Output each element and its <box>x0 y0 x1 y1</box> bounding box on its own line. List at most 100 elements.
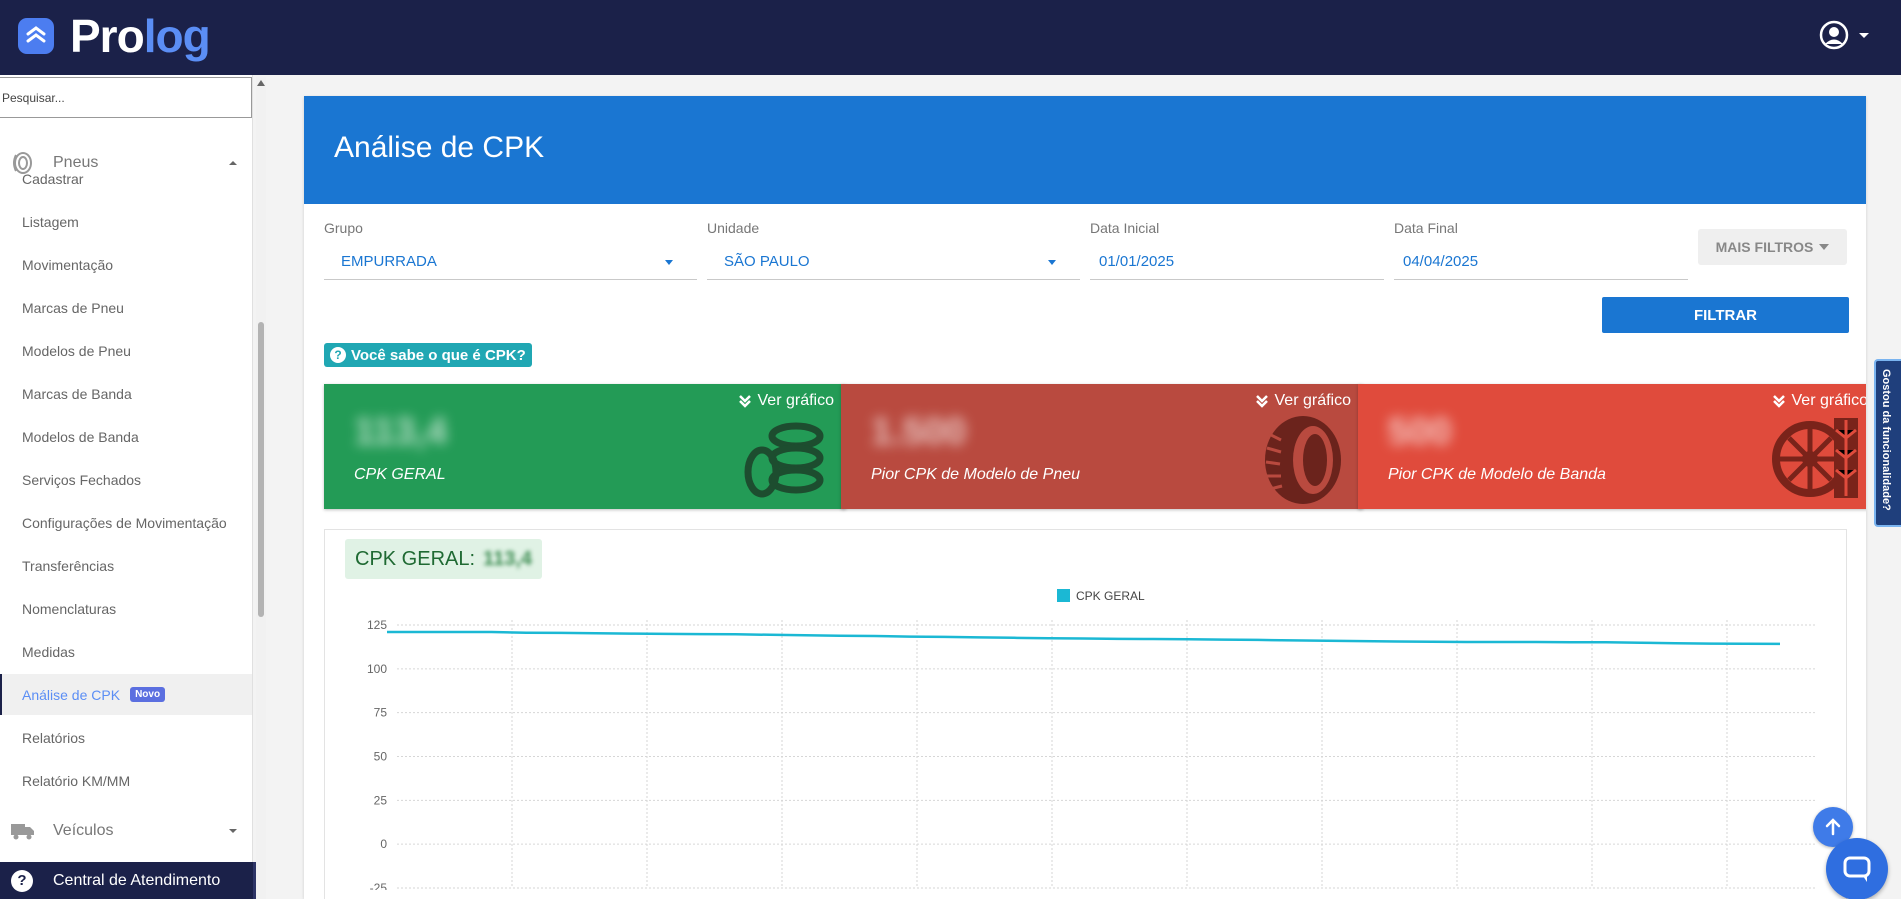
question-icon: ? <box>11 869 33 892</box>
sidebar: Pneus Cadastrar Listagem Movimentação Ma… <box>0 75 253 899</box>
legend-label: CPK GERAL <box>1076 589 1145 603</box>
scroll-up-arrow-icon[interactable] <box>257 80 265 86</box>
y-tick-label: -25 <box>370 881 388 890</box>
sidebar-item-modelos-de-banda[interactable]: Modelos de Banda <box>0 416 252 457</box>
sidebar-scrollbar[interactable] <box>256 77 266 899</box>
main-card: Análise de CPK Grupo EMPURRADA Unidade S… <box>304 96 1866 899</box>
sidebar-section-veiculos[interactable]: Veículos <box>0 811 252 851</box>
grupo-label: Grupo <box>324 220 363 236</box>
y-tick-label: 100 <box>367 662 387 676</box>
series-line-cpk-geral <box>387 630 1781 646</box>
see-chart-link[interactable]: Ver gráfico <box>1772 392 1866 410</box>
sidebar-item-movimentacao[interactable]: Movimentação <box>0 244 252 285</box>
unidade-label: Unidade <box>707 220 760 236</box>
chat-button[interactable] <box>1826 838 1888 899</box>
double-chevron-down-icon <box>1255 395 1268 408</box>
tire-stack-icon <box>744 422 824 498</box>
unidade-value: SÃO PAULO <box>724 253 810 270</box>
data-final-input[interactable]: 04/04/2025 <box>1394 244 1688 280</box>
prolog-logo[interactable]: Prolog <box>18 10 211 62</box>
sidebar-item-medidas[interactable]: Medidas <box>0 631 252 672</box>
data-inicial-input[interactable]: 01/01/2025 <box>1090 244 1384 280</box>
sidebar-item-label: Análise de CPK <box>22 686 121 703</box>
arrow-up-icon <box>1825 818 1841 836</box>
kpi-label: CPK GERAL <box>354 466 446 483</box>
filter-button[interactable]: FILTRAR <box>1602 297 1849 333</box>
sidebar-item-relatorio-km-mm[interactable]: Relatório KM/MM <box>0 760 252 801</box>
sidebar-section-label: Veículos <box>53 822 114 839</box>
chevron-down-icon <box>229 829 237 833</box>
page-title: Análise de CPK <box>334 131 545 164</box>
data-final-label: Data Final <box>1394 220 1458 236</box>
grupo-value: EMPURRADA <box>341 253 437 270</box>
kpi-card-pior-modelo-banda: Ver gráfico 500 Pior CPK de Modelo de Ba… <box>1358 384 1866 509</box>
sidebar-item-servicos-fechados[interactable]: Serviços Fechados <box>0 459 252 500</box>
sidebar-item-relatorios[interactable]: Relatórios <box>0 717 252 758</box>
tire-icon <box>1265 416 1341 504</box>
more-filters-label: MAIS FILTROS <box>1715 239 1814 255</box>
cpk-help-chip[interactable]: ? Você sabe o que é CPK? <box>324 343 532 367</box>
logo-text: Prolog <box>70 10 211 62</box>
y-tick-label: 75 <box>374 706 388 720</box>
logo-mark-icon <box>18 18 54 54</box>
cpk-help-label: Você sabe o que é CPK? <box>351 346 526 364</box>
sidebar-item-listagem[interactable]: Listagem <box>0 201 252 242</box>
new-badge: Novo <box>130 687 166 702</box>
more-filters-button[interactable]: MAIS FILTROS <box>1698 229 1847 265</box>
double-chevron-down-icon <box>738 395 751 408</box>
sidebar-item-marcas-de-banda[interactable]: Marcas de Banda <box>0 373 252 414</box>
kpi-value: 1.500 <box>871 411 967 453</box>
unidade-field: Unidade SÃO PAULO <box>707 220 1080 280</box>
kpi-value: 113,4 <box>354 411 447 453</box>
sidebar-item-configuracoes-movimentacao[interactable]: Configurações de Movimentação <box>0 502 252 543</box>
chat-bubble-icon <box>1843 856 1871 882</box>
kpi-card-pior-modelo-pneu: Ver gráfico 1.500 Pior CPK de Modelo de … <box>841 384 1363 509</box>
kpi-card-cpk-geral: Ver gráfico 113,4 CPK GERAL <box>324 384 846 509</box>
unidade-select[interactable]: SÃO PAULO <box>707 244 1080 280</box>
data-inicial-label: Data Inicial <box>1090 220 1160 236</box>
kpi-value: 500 <box>1388 411 1452 453</box>
sidebar-item-analise-de-cpk[interactable]: Análise de CPK Novo <box>0 674 252 715</box>
see-chart-link[interactable]: Ver gráfico <box>738 392 834 410</box>
sidebar-item-modelos-de-pneu[interactable]: Modelos de Pneu <box>0 330 252 371</box>
kpi-label: Pior CPK de Modelo de Pneu <box>871 466 1081 483</box>
data-inicial-value: 01/01/2025 <box>1099 253 1175 270</box>
y-tick-label: 0 <box>380 837 387 851</box>
y-tick-label: 50 <box>374 750 388 764</box>
chevron-down-icon <box>1859 32 1869 38</box>
top-navbar: Prolog <box>0 0 1901 75</box>
kpi-label: Pior CPK de Modelo de Banda <box>1388 466 1606 483</box>
y-tick-label: 25 <box>374 793 388 807</box>
scrollbar-thumb[interactable] <box>258 322 264 617</box>
data-final-field: Data Final 04/04/2025 <box>1394 220 1688 280</box>
sidebar-search <box>0 77 252 118</box>
grupo-select[interactable]: EMPURRADA <box>324 244 697 280</box>
double-chevron-down-icon <box>1772 395 1785 408</box>
feedback-tab[interactable]: Gostou da funcionalidade? <box>1874 359 1901 527</box>
help-center-button[interactable]: ? Central de Atendimento <box>0 862 256 899</box>
question-icon: ? <box>330 347 346 363</box>
sidebar-item-nomenclaturas[interactable]: Nomenclaturas <box>0 588 252 629</box>
legend-swatch <box>1057 589 1070 602</box>
data-inicial-field: Data Inicial 01/01/2025 <box>1090 220 1384 280</box>
y-tick-label: 125 <box>367 618 387 632</box>
sidebar-item-marcas-de-pneu[interactable]: Marcas de Pneu <box>0 287 252 328</box>
help-center-label: Central de Atendimento <box>53 871 221 889</box>
data-final-value: 04/04/2025 <box>1403 253 1479 270</box>
grupo-field: Grupo EMPURRADA <box>324 220 697 280</box>
cpk-line-chart: CPK GERAL1251007550250-25202520252025202… <box>367 589 1815 890</box>
user-menu[interactable] <box>1819 20 1869 50</box>
page-header: Análise de CPK <box>304 96 1866 204</box>
chevron-down-icon <box>665 260 673 265</box>
wheel-tread-icon <box>1772 418 1858 498</box>
feedback-tab-label: Gostou da funcionalidade? <box>1880 369 1892 511</box>
sidebar-item-transferencias[interactable]: Transferências <box>0 545 252 586</box>
user-avatar-icon <box>1819 20 1849 50</box>
cpk-chart-card: CPK GERAL: 113,4 CPK GERAL 125 100 75 50 25 0-… <box>324 529 1847 899</box>
truck-icon <box>11 824 34 840</box>
chevron-down-icon <box>1048 260 1056 265</box>
search-input[interactable] <box>0 78 251 117</box>
see-chart-link[interactable]: Ver gráfico <box>1255 392 1351 410</box>
chevron-down-icon <box>1819 244 1830 250</box>
sidebar-item-cadastrar[interactable]: Cadastrar <box>0 158 252 199</box>
